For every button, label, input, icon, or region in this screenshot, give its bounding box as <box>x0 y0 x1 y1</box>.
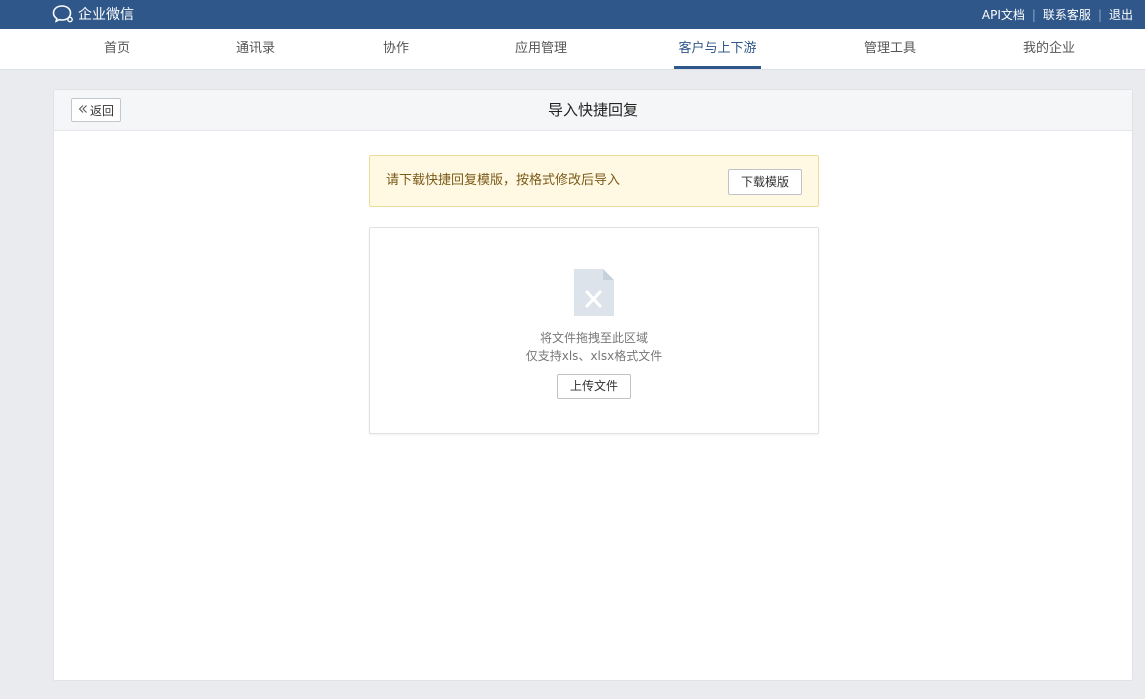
template-notice: 请下载快捷回复模版，按格式修改后导入 下载模版 <box>369 155 819 207</box>
nav-item-home[interactable]: 首页 <box>104 29 130 69</box>
page-title: 导入快捷回复 <box>547 101 638 119</box>
nav-item-app-management[interactable]: 应用管理 <box>515 29 567 69</box>
file-dropzone[interactable]: 将文件拖拽至此区域 仅支持xls、xlsx格式文件 上传文件 <box>369 227 819 434</box>
top-links: API文档 | 联系客服 | 退出 <box>982 0 1133 29</box>
separator: | <box>1097 7 1102 22</box>
separator: | <box>1031 7 1036 22</box>
chat-bubble-icon <box>52 4 74 24</box>
back-button[interactable]: 返回 <box>71 98 121 122</box>
download-template-button[interactable]: 下载模版 <box>728 169 802 195</box>
main-nav: 首页 通讯录 协作 应用管理 客户与上下游 管理工具 我的企业 <box>0 29 1145 70</box>
import-panel: 导入快捷回复 返回 请下载快捷回复模版，按格式修改后导入 下载模版 将文件拖拽至… <box>53 89 1133 681</box>
nav-item-my-enterprise[interactable]: 我的企业 <box>1023 29 1075 69</box>
back-label: 返回 <box>89 103 114 118</box>
brand-name: 企业微信 <box>78 7 134 23</box>
format-hint: 仅支持xls、xlsx格式文件 <box>525 349 663 363</box>
brand-logo[interactable]: 企业微信 <box>52 3 134 25</box>
double-chevron-left-icon <box>78 103 88 117</box>
panel-header: 导入快捷回复 返回 <box>54 90 1132 131</box>
contact-support-link[interactable]: 联系客服 <box>1043 6 1091 23</box>
nav-item-contacts[interactable]: 通讯录 <box>236 29 275 69</box>
drop-hint: 将文件拖拽至此区域 <box>539 331 648 345</box>
logout-link[interactable]: 退出 <box>1109 6 1133 23</box>
nav-item-management-tools[interactable]: 管理工具 <box>864 29 916 69</box>
notice-text: 请下载快捷回复模版，按格式修改后导入 <box>386 173 621 188</box>
nav-item-collaboration[interactable]: 协作 <box>383 29 409 69</box>
api-docs-link[interactable]: API文档 <box>982 6 1025 23</box>
excel-file-icon <box>572 268 616 322</box>
top-bar: 企业微信 API文档 | 联系客服 | 退出 <box>0 0 1145 29</box>
upload-file-button[interactable]: 上传文件 <box>557 374 631 399</box>
nav-item-customers[interactable]: 客户与上下游 <box>674 29 761 69</box>
